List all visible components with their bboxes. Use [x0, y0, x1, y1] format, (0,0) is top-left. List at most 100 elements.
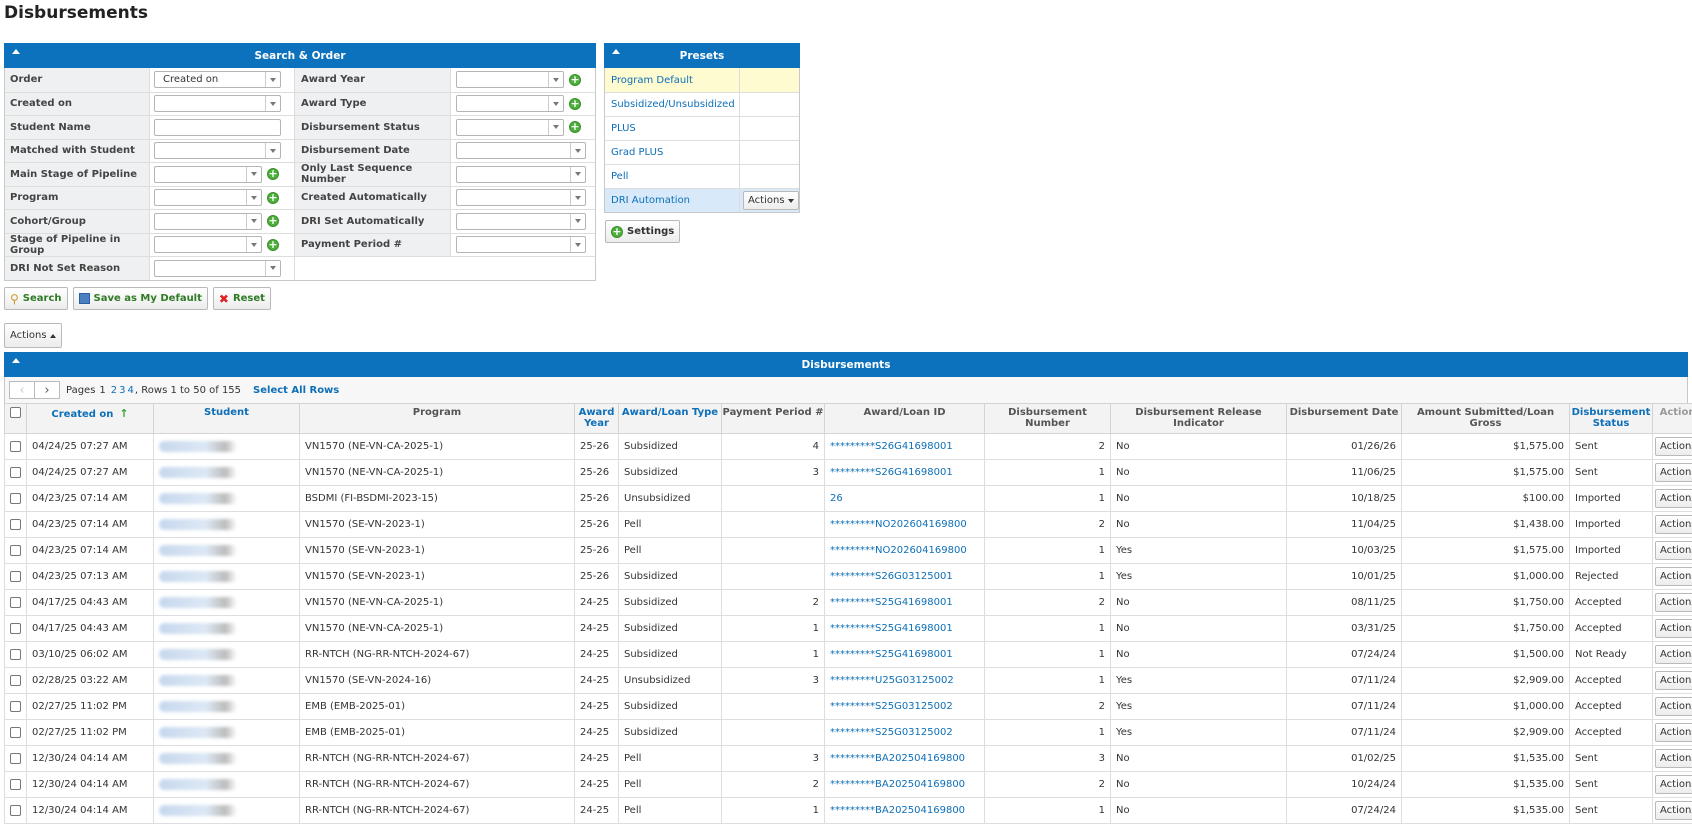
search-dropdown[interactable]: [154, 165, 262, 183]
preset-link[interactable]: PLUS: [605, 117, 740, 140]
page-link[interactable]: 4: [128, 385, 134, 396]
row-actions-button[interactable]: Actions: [1655, 489, 1692, 508]
loan-id-cell[interactable]: *********NO202604169800: [824, 511, 985, 538]
save-default-button[interactable]: Save as My Default: [72, 287, 208, 310]
student-cell[interactable]: [153, 771, 300, 798]
search-order-header[interactable]: Search & Order: [4, 43, 596, 68]
select-all-header[interactable]: [4, 403, 27, 434]
loan-id-cell[interactable]: *********S25G41698001: [824, 641, 985, 668]
search-dropdown[interactable]: [456, 142, 586, 160]
row-checkbox[interactable]: [10, 518, 21, 530]
student-cell[interactable]: [153, 459, 300, 486]
row-actions-button[interactable]: Actions: [1655, 437, 1692, 456]
column-header[interactable]: Created on ↑: [26, 403, 154, 434]
preset-item[interactable]: Grad PLUS: [605, 140, 799, 164]
search-dropdown[interactable]: [154, 259, 281, 277]
loan-id-cell[interactable]: *********S25G41698001: [824, 589, 985, 616]
column-header[interactable]: Disbursement Status: [1569, 403, 1653, 434]
row-actions-button[interactable]: Actions: [1655, 567, 1692, 586]
student-cell[interactable]: [153, 589, 300, 616]
row-actions-button[interactable]: Actions: [1655, 801, 1692, 820]
row-checkbox[interactable]: [10, 726, 21, 738]
row-actions-button[interactable]: Actions: [1655, 463, 1692, 482]
select-all-checkbox[interactable]: [10, 407, 21, 418]
row-actions-button[interactable]: Actions: [1655, 697, 1692, 716]
add-plus-icon[interactable]: +: [267, 168, 279, 181]
search-dropdown[interactable]: [456, 95, 564, 113]
add-plus-icon[interactable]: +: [267, 238, 279, 251]
row-actions-button[interactable]: Actions: [1655, 671, 1692, 690]
student-cell[interactable]: [153, 537, 300, 564]
loan-id-cell[interactable]: 26: [824, 485, 985, 512]
select-all-rows-link[interactable]: Select All Rows: [253, 385, 339, 396]
search-dropdown[interactable]: [154, 212, 262, 230]
loan-id-cell[interactable]: *********S25G03125002: [824, 693, 985, 720]
row-checkbox[interactable]: [10, 440, 21, 452]
row-checkbox[interactable]: [10, 752, 21, 764]
actions-menu-button[interactable]: Actions: [4, 323, 62, 348]
student-cell[interactable]: [153, 615, 300, 642]
row-checkbox[interactable]: [10, 804, 21, 816]
row-actions-button[interactable]: Actions: [1655, 593, 1692, 612]
student-cell[interactable]: [153, 693, 300, 720]
preset-item[interactable]: Subsidized/Unsubsidized: [605, 92, 799, 116]
add-plus-icon[interactable]: +: [569, 73, 581, 86]
search-dropdown[interactable]: [456, 165, 586, 183]
add-plus-icon[interactable]: +: [569, 97, 581, 110]
add-plus-icon[interactable]: +: [267, 215, 279, 228]
search-dropdown[interactable]: [456, 212, 586, 230]
row-checkbox[interactable]: [10, 674, 21, 686]
student-cell[interactable]: [153, 667, 300, 694]
search-dropdown[interactable]: [154, 189, 262, 207]
row-actions-button[interactable]: Actions: [1655, 723, 1692, 742]
column-header[interactable]: Student: [153, 403, 300, 434]
loan-id-cell[interactable]: *********S25G41698001: [824, 615, 985, 642]
preset-item[interactable]: PLUS: [605, 116, 799, 140]
row-actions-button[interactable]: Actions: [1655, 775, 1692, 794]
reset-button[interactable]: ✖ Reset: [212, 287, 271, 310]
student-cell[interactable]: [153, 641, 300, 668]
preset-link[interactable]: Pell: [605, 165, 740, 188]
loan-id-cell[interactable]: *********BA202504169800: [824, 797, 985, 824]
search-dropdown[interactable]: [456, 71, 564, 89]
column-header[interactable]: Award Year: [574, 403, 619, 434]
page-link[interactable]: 2: [111, 385, 117, 396]
search-dropdown[interactable]: [154, 142, 281, 160]
student-cell[interactable]: [153, 719, 300, 746]
preset-link[interactable]: DRI Automation: [605, 189, 740, 212]
student-cell[interactable]: [153, 745, 300, 772]
settings-button[interactable]: + Settings: [605, 220, 681, 243]
collapse-icon[interactable]: [610, 46, 622, 58]
add-plus-icon[interactable]: +: [569, 121, 581, 134]
student-cell[interactable]: [153, 485, 300, 512]
student-name-input[interactable]: [154, 118, 281, 136]
loan-id-cell[interactable]: *********S25G03125002: [824, 719, 985, 746]
preset-actions-button[interactable]: Actions: [743, 191, 799, 210]
column-header[interactable]: Award/Loan Type: [618, 403, 722, 434]
loan-id-cell[interactable]: *********S26G41698001: [824, 433, 985, 460]
search-button[interactable]: ⚲ Search: [4, 287, 68, 310]
row-checkbox[interactable]: [10, 648, 21, 660]
preset-item[interactable]: DRI Automation Actions: [605, 188, 799, 212]
student-cell[interactable]: [153, 563, 300, 590]
row-checkbox[interactable]: [10, 778, 21, 790]
row-checkbox[interactable]: [10, 622, 21, 634]
add-plus-icon[interactable]: +: [267, 191, 279, 204]
preset-item[interactable]: Program Default: [605, 68, 799, 92]
search-dropdown[interactable]: [154, 95, 281, 113]
presets-header[interactable]: Presets: [604, 43, 800, 68]
row-checkbox[interactable]: [10, 492, 21, 504]
preset-item[interactable]: Pell: [605, 164, 799, 188]
search-dropdown[interactable]: [154, 236, 262, 254]
row-actions-button[interactable]: Actions: [1655, 541, 1692, 560]
preset-link[interactable]: Program Default: [605, 68, 740, 92]
row-actions-button[interactable]: Actions: [1655, 515, 1692, 534]
loan-id-cell[interactable]: *********S26G41698001: [824, 459, 985, 486]
row-actions-button[interactable]: Actions: [1655, 645, 1692, 664]
collapse-icon[interactable]: [10, 355, 22, 367]
student-cell[interactable]: [153, 511, 300, 538]
page-link[interactable]: 3: [119, 385, 125, 396]
search-dropdown[interactable]: [456, 118, 564, 136]
search-dropdown[interactable]: [456, 236, 586, 254]
loan-id-cell[interactable]: *********BA202504169800: [824, 745, 985, 772]
